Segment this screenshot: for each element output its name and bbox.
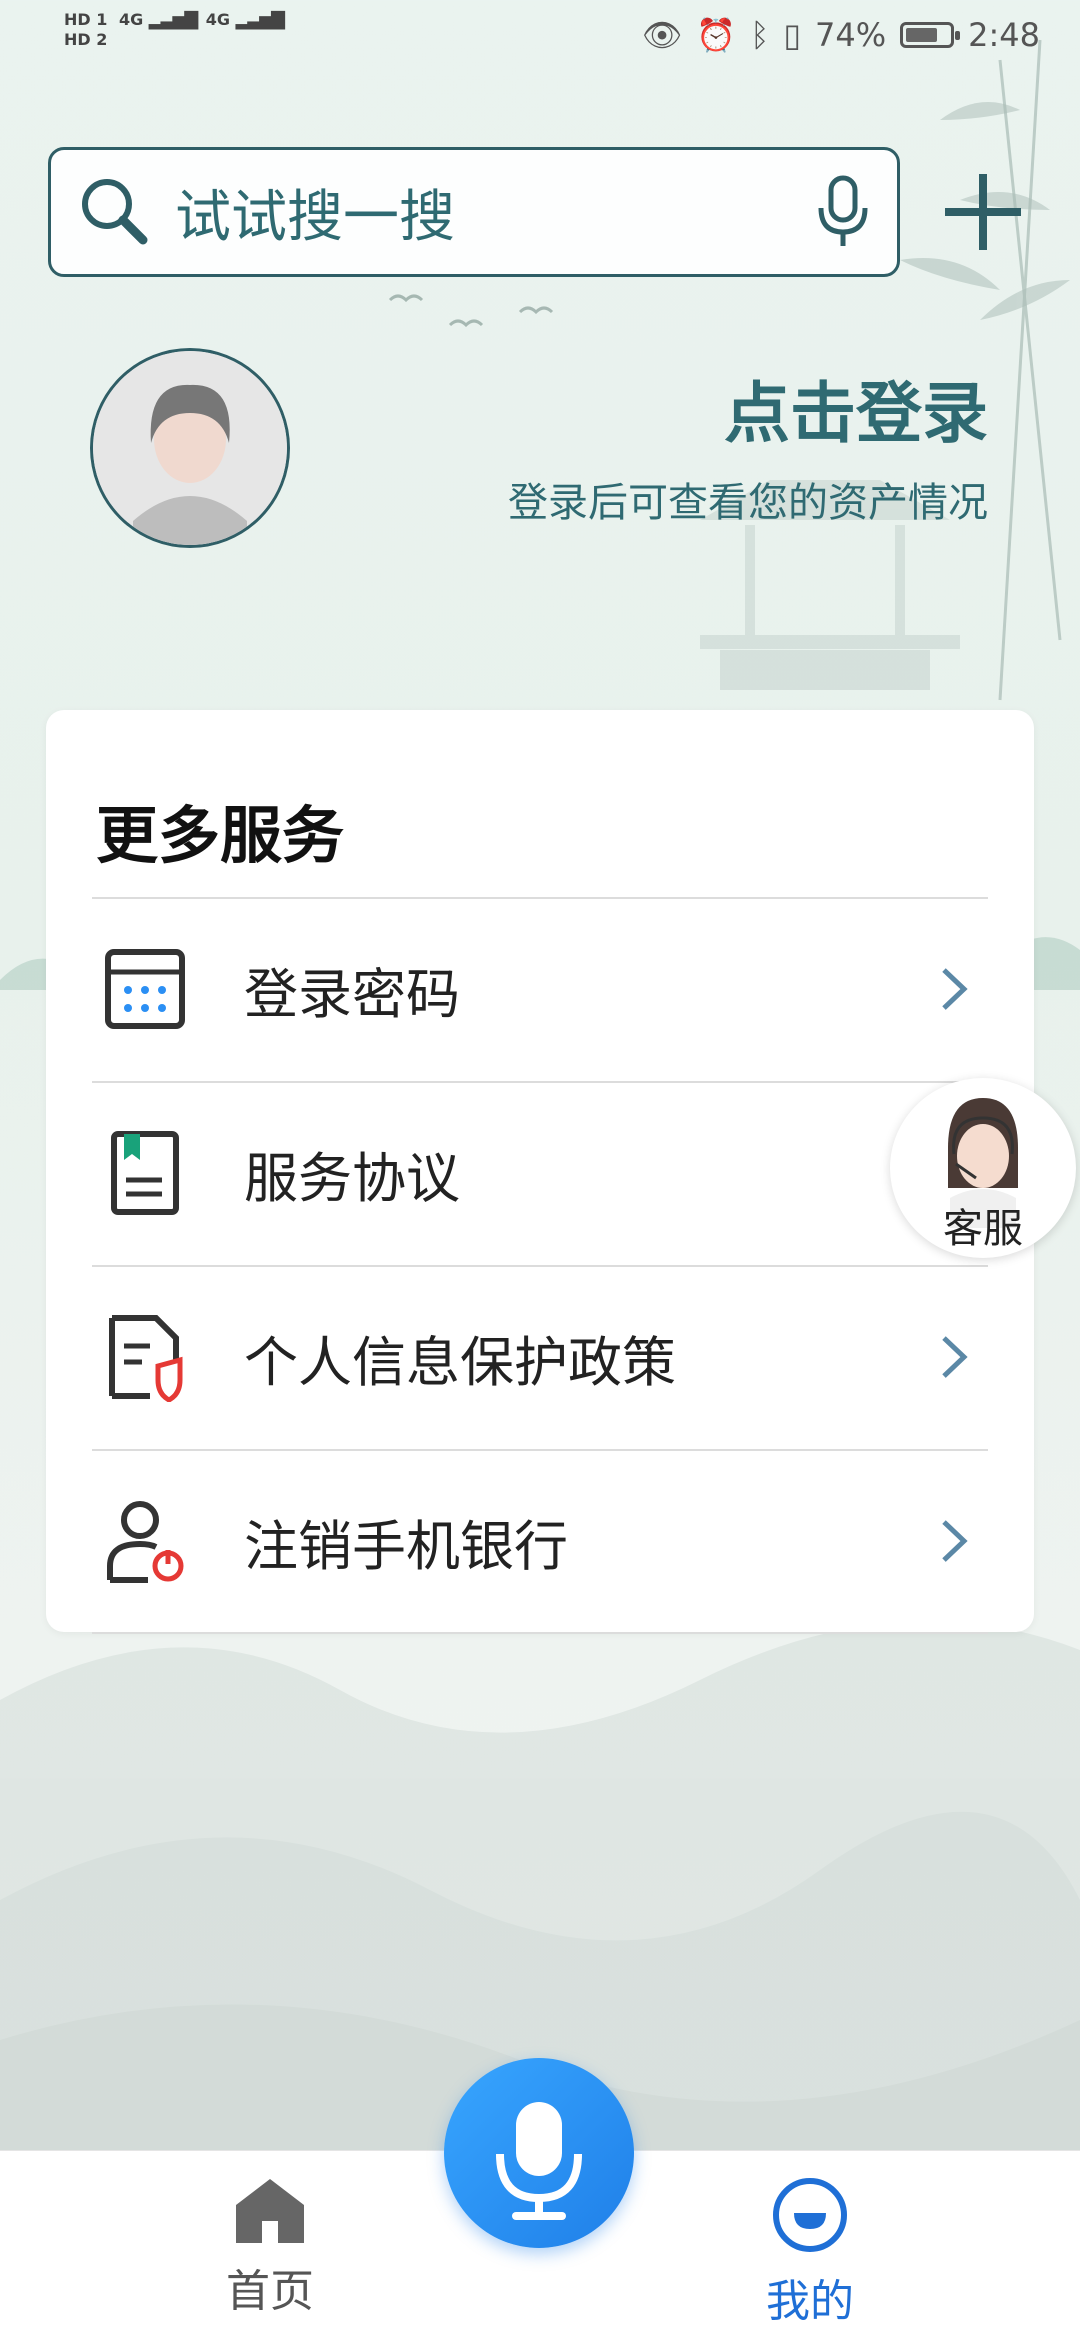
services-title: 更多服务: [96, 799, 345, 872]
signal-bars-1-icon: ▂▃▅▇: [148, 9, 198, 30]
chevron-right-icon: [942, 1520, 968, 1562]
search-icon: [82, 179, 148, 245]
user-power-off-icon: [107, 1501, 184, 1583]
voice-assistant-button[interactable]: [444, 2058, 634, 2248]
microphone-icon: [496, 2102, 582, 2220]
list-item-label: 个人信息保护政策: [244, 1330, 676, 1394]
list-item-privacy-policy[interactable]: 个人信息保护政策: [92, 1266, 988, 1448]
login-subtitle: 登录后可查看您的资产情况: [508, 480, 988, 526]
search-input[interactable]: 试试搜一搜: [175, 172, 813, 253]
eye-icon: 👁: [641, 16, 683, 54]
keypad-icon: [105, 949, 185, 1029]
vibrate-icon: ▯: [783, 16, 802, 54]
network-type-2: 4G: [205, 10, 231, 29]
battery-percent: 74%: [815, 16, 887, 54]
sim2-label: HD 2: [64, 30, 108, 49]
list-item-label: 注销手机银行: [244, 1514, 568, 1578]
microphone-icon[interactable]: [813, 172, 873, 252]
nav-me[interactable]: 我的: [750, 2175, 870, 2329]
nav-me-label: 我的: [766, 2276, 854, 2327]
customer-service-label: 客服: [943, 1206, 1023, 1252]
status-bar: HD 1 4G ▂▃▅▇ 4G ▂▃▅▇ HD 2 👁 ⏰ ᛒ ▯ 74% 2:…: [0, 0, 1080, 80]
nav-home-label: 首页: [226, 2266, 314, 2317]
sim-indicators: HD 1 4G ▂▃▅▇ 4G ▂▃▅▇ HD 2: [64, 9, 285, 50]
default-user-icon: [93, 351, 287, 545]
sim1-label: HD 1: [64, 10, 108, 29]
battery-icon: [900, 22, 961, 48]
list-item-label: 服务协议: [244, 1146, 460, 1210]
clock-time: 2:48: [968, 16, 1040, 54]
status-right: 👁 ⏰ ᛒ ▯ 74% 2:48: [642, 16, 1040, 54]
avatar[interactable]: [90, 348, 290, 548]
bluetooth-icon: ᛒ: [750, 16, 770, 54]
chevron-right-icon: [942, 1336, 968, 1378]
list-item-deregister[interactable]: 注销手机银行: [92, 1450, 988, 1632]
login-title[interactable]: 点击登录: [724, 360, 988, 456]
search-bar[interactable]: 试试搜一搜: [48, 147, 900, 277]
list-item-service-agreement[interactable]: 服务协议: [92, 1082, 988, 1264]
divider: [92, 1632, 988, 1634]
plus-icon[interactable]: [945, 174, 1021, 250]
network-type-1: 4G: [118, 10, 144, 29]
chevron-right-icon: [942, 968, 968, 1010]
privacy-shield-document-icon: [109, 1315, 183, 1402]
list-item-login-password[interactable]: 登录密码: [92, 898, 988, 1080]
list-item-label: 登录密码: [244, 962, 460, 1026]
me-face-icon: [773, 2178, 847, 2252]
nav-home[interactable]: 首页: [215, 2175, 325, 2319]
home-icon: [236, 2179, 304, 2243]
signal-bars-2-icon: ▂▃▅▇: [235, 9, 285, 30]
alarm-icon: ⏰: [696, 16, 737, 54]
agreement-document-icon: [111, 1131, 179, 1215]
battery-level-fill: [906, 28, 938, 42]
